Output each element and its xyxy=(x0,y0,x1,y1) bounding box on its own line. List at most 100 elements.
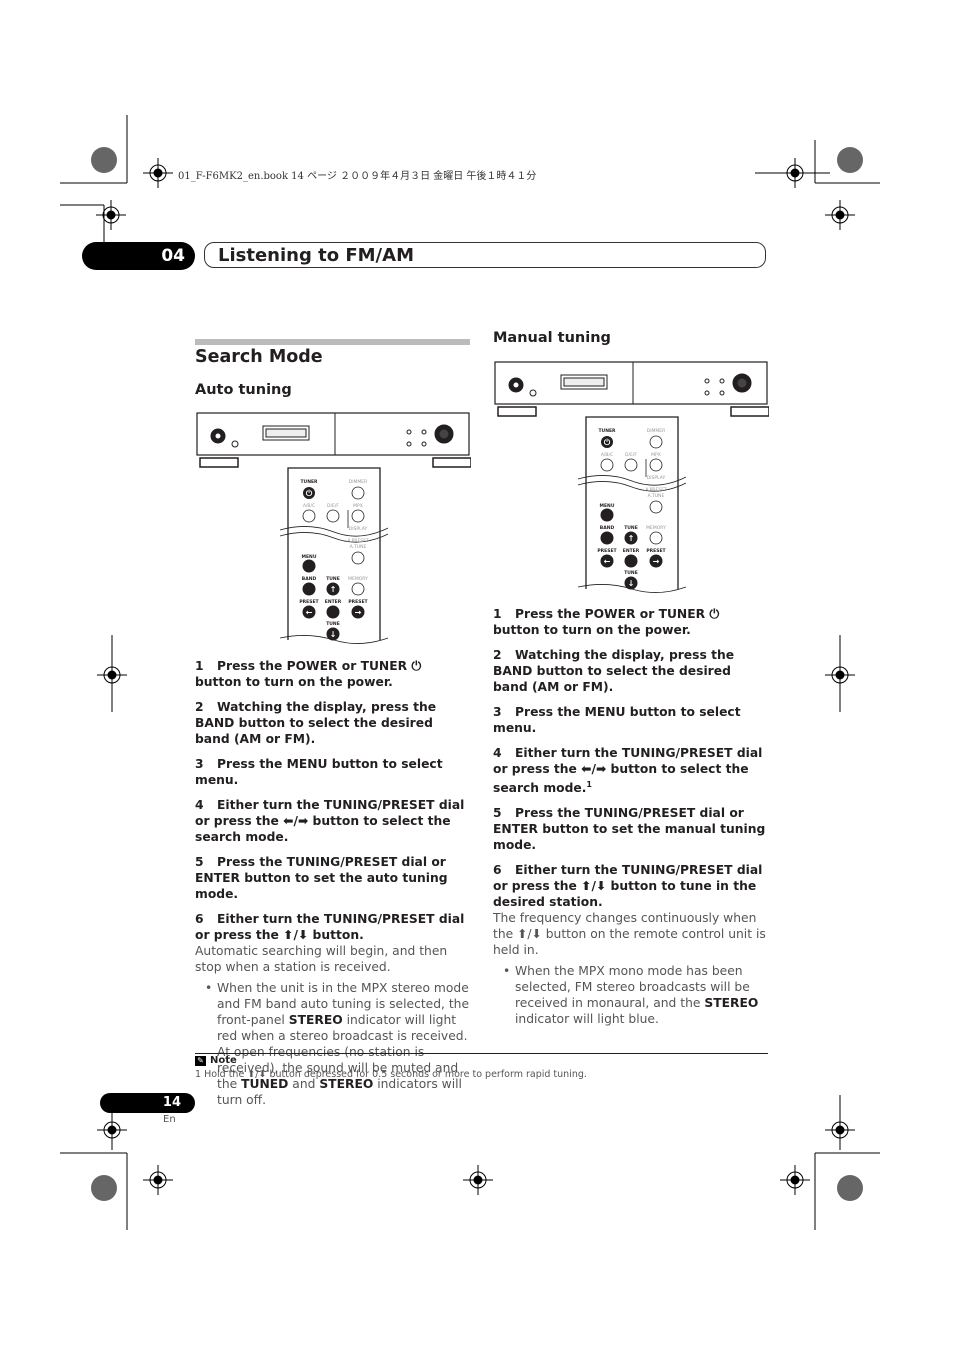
svg-text:TUNE: TUNE xyxy=(624,525,638,531)
svg-text:DIMMER: DIMMER xyxy=(647,428,666,434)
step-number: 3 xyxy=(195,757,204,771)
svg-text:A.TUNE: A.TUNE xyxy=(350,544,367,550)
step-text: Press the TUNING/PRESET dial or ENTER bu… xyxy=(493,806,766,853)
step-1: 1 Press the POWER or TUNER ⏻ button to tu… xyxy=(493,606,769,638)
svg-text:PRESET: PRESET xyxy=(299,599,319,605)
section-heading: Search Mode xyxy=(195,347,323,367)
svg-text:BAND: BAND xyxy=(600,525,615,531)
svg-text:TUNE: TUNE xyxy=(624,570,638,576)
step-4: 4 Either turn the TUNING/PRESET dial or p… xyxy=(195,797,471,845)
svg-text:MPX: MPX xyxy=(651,452,661,458)
footnote-ref: 1 xyxy=(586,780,592,789)
step-text: Either turn the TUNING/PRESET dial or pr… xyxy=(493,863,763,910)
crop-marks xyxy=(60,115,880,1230)
svg-text:TUNER: TUNER xyxy=(598,428,616,434)
svg-text:D/E/F: D/E/F xyxy=(625,452,637,458)
step-number: 5 xyxy=(195,855,204,869)
step-6: 6 Either turn the TUNING/PRESET dial or p… xyxy=(195,911,471,943)
svg-text:MPX: MPX xyxy=(353,503,363,509)
unit-and-remote-diagram: TUNER MENU BAND TUNE PRESET ENTER PRESET… xyxy=(195,410,472,649)
step-text: Either turn the TUNING/PRESET dial or pr… xyxy=(493,746,763,796)
step-4: 4 Either turn the TUNING/PRESET dial or p… xyxy=(493,745,769,796)
step-1: 1 Press the POWER or TUNER ⏻ button to tu… xyxy=(195,658,471,690)
step-text: Either turn the TUNING/PRESET dial or pr… xyxy=(195,912,465,942)
svg-text:MENU: MENU xyxy=(302,554,317,560)
step-number: 1 xyxy=(195,659,204,673)
print-header: 01_F-F6MK2_en.book 14 ページ ２００９年４月３日 金曜日 … xyxy=(178,171,537,182)
diagram-svg: TUNER MENU BAND TUNE PRESET ENTER PRESET… xyxy=(196,412,472,644)
step-text: Press the TUNING/PRESET dial or ENTER bu… xyxy=(195,855,448,901)
footnote: 1 Hold the ⬆/⬇ button depressed for 0.5 … xyxy=(195,1069,587,1080)
step-number: 1 xyxy=(493,607,502,621)
step-text: Press the MENU button to select menu. xyxy=(493,705,741,735)
note-icon: ✎ xyxy=(195,1056,206,1066)
remote-control: TUNER MENU BAND TUNE PRESET ENTER PRESET… xyxy=(577,416,687,593)
svg-text:A.TUNE: A.TUNE xyxy=(648,493,665,499)
subheading-manual-tuning: Manual tuning xyxy=(493,330,611,346)
step-3: 3 Press the MENU button to select menu. xyxy=(195,756,471,788)
svg-text:↓: ↓ xyxy=(330,630,337,639)
step-6: 6 Either turn the TUNING/PRESET dial or p… xyxy=(493,862,769,910)
svg-text:TUNE: TUNE xyxy=(326,621,340,627)
svg-text:⏻: ⏻ xyxy=(604,438,611,447)
note-divider xyxy=(195,1053,768,1054)
body-text: Automatic searching will begin, and then… xyxy=(195,944,448,974)
svg-text:A/B/C: A/B/C xyxy=(601,452,613,458)
bullet-item: When the unit is in the MPX stereo mode … xyxy=(195,980,471,1108)
step-5: 5 Press the TUNING/PRESET dial or ENTER b… xyxy=(195,854,471,902)
svg-text:A/B/C: A/B/C xyxy=(303,503,315,509)
svg-text:DISPLAY: DISPLAY xyxy=(349,526,368,532)
bullet-item: When the MPX mono mode has been selected… xyxy=(493,963,769,1027)
body-text: The frequency changes continuously when … xyxy=(493,911,766,958)
chapter-title: Listening to FM/AM xyxy=(204,242,766,268)
step-text: Watching the display, press the BAND but… xyxy=(493,648,735,694)
step-number: 6 xyxy=(195,912,204,926)
svg-text:↑: ↑ xyxy=(628,534,635,543)
section-bar xyxy=(195,339,470,345)
svg-text:BAND: BAND xyxy=(302,576,317,582)
step-2: 2 Watching the display, press the BAND bu… xyxy=(195,699,471,747)
svg-text:PRESET: PRESET xyxy=(646,548,666,554)
manual-tuning-steps: 1 Press the POWER or TUNER ⏻ button to tu… xyxy=(493,606,769,1027)
svg-text:TUNER: TUNER xyxy=(300,479,318,485)
svg-text:D/E/F: D/E/F xyxy=(327,503,339,509)
svg-text:←: ← xyxy=(306,608,313,617)
svg-text:TUNE: TUNE xyxy=(326,576,340,582)
step-2: 2 Watching the display, press the BAND bu… xyxy=(493,647,769,695)
step-text: Press the POWER or TUNER ⏻ button to tur… xyxy=(493,607,720,637)
bullet-text: indicator will light blue. xyxy=(515,1012,659,1027)
svg-text:ENTER: ENTER xyxy=(325,599,342,605)
svg-text:→: → xyxy=(653,557,660,566)
svg-text:⏻: ⏻ xyxy=(306,489,313,498)
tuner-front-panel xyxy=(196,412,472,468)
svg-text:↑: ↑ xyxy=(330,585,337,594)
svg-text:→: → xyxy=(355,608,362,617)
svg-text:ENTER: ENTER xyxy=(623,548,640,554)
step-number: 4 xyxy=(493,746,502,760)
step-text: Press the MENU button to select menu. xyxy=(195,757,443,787)
tuner-front-panel xyxy=(494,361,770,417)
diagram-svg: TUNER MENU BAND TUNE PRESET ENTER PRESET… xyxy=(494,361,770,593)
step-number: 4 xyxy=(195,798,204,812)
auto-tuning-steps: 1 Press the POWER or TUNER ⏻ button to tu… xyxy=(195,658,471,1108)
svg-text:A.PRESET: A.PRESET xyxy=(645,487,667,493)
step-5: 5 Press the TUNING/PRESET dial or ENTER b… xyxy=(493,805,769,853)
indicator-name: STEREO xyxy=(288,1013,343,1027)
step-3: 3 Press the MENU button to select menu. xyxy=(493,704,769,736)
svg-text:MEMORY: MEMORY xyxy=(348,576,368,582)
svg-text:A.PRESET: A.PRESET xyxy=(347,538,369,544)
step-number: 2 xyxy=(493,648,502,662)
svg-text:←: ← xyxy=(604,557,611,566)
step-number: 6 xyxy=(493,863,502,878)
svg-text:PRESET: PRESET xyxy=(348,599,368,605)
unit-and-remote-diagram: TUNER MENU BAND TUNE PRESET ENTER PRESET… xyxy=(493,359,770,598)
svg-text:DISPLAY: DISPLAY xyxy=(647,475,666,481)
svg-text:MENU: MENU xyxy=(600,503,615,509)
step-text: Either turn the TUNING/PRESET dial or pr… xyxy=(195,798,465,844)
language-label: En xyxy=(163,1114,176,1125)
subheading-auto-tuning: Auto tuning xyxy=(195,382,292,398)
chapter-number: 04 xyxy=(82,242,195,270)
step-number: 5 xyxy=(493,806,502,821)
remote-control: TUNER MENU BAND TUNE PRESET ENTER PRESET… xyxy=(279,467,389,644)
step-text: Watching the display, press the BAND but… xyxy=(195,700,437,746)
